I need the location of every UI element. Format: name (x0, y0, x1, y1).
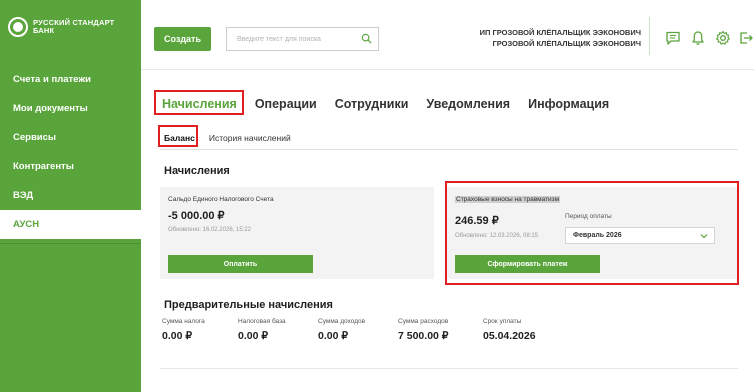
stat-value: 7 500.00 ₽ (398, 330, 449, 342)
sidebar: РУССКИЙ СТАНДАРТ БАНК Счета и платежи Мо… (0, 0, 141, 392)
highlight-injury-card (445, 181, 739, 285)
sidebar-nav: Счета и платежи Мои документы Сервисы Ко… (0, 65, 141, 239)
sidebar-item-documents[interactable]: Мои документы (0, 94, 141, 123)
stat-label: Срок уплаты (483, 318, 522, 325)
top-header: Создать ИП ГРОЗОВОЙ КЛЁПАЛЬЩИК ЭЭКОНОВИЧ… (141, 0, 754, 70)
logout-icon[interactable] (738, 30, 754, 46)
bank-logo[interactable]: РУССКИЙ СТАНДАРТ БАНК (8, 12, 114, 42)
accruals-title: Начисления (164, 165, 230, 177)
ens-amount: -5 000.00 ₽ (168, 210, 225, 222)
stat-value: 0.00 ₽ (238, 330, 269, 342)
gear-icon[interactable] (715, 30, 731, 46)
ens-balance-card: Сальдо Единого Налогового Счета -5 000.0… (160, 187, 434, 279)
stat-label: Сумма доходов (318, 318, 366, 325)
preliminary-title: Предварительные начисления (164, 299, 333, 311)
search-box (226, 27, 379, 51)
create-button[interactable]: Создать (154, 27, 211, 51)
stat-due-date: Срок уплаты 05.04.2026 (483, 318, 536, 342)
stat-value: 05.04.2026 (483, 330, 536, 342)
stat-tax-base: Налоговая база 0.00 ₽ (238, 318, 286, 342)
subtab-history[interactable]: История начислений (209, 133, 291, 143)
search-input[interactable] (237, 35, 357, 43)
stat-value: 0.00 ₽ (318, 330, 349, 342)
company-name-line2: ГРОЗОВОЙ КЛЁПАЛЬЩИК ЭЭКОНОВИЧ (492, 39, 641, 48)
section-divider (160, 368, 738, 369)
bank-logo-text: РУССКИЙ СТАНДАРТ БАНК (33, 19, 114, 35)
ens-updated: Обновлено: 16.02.2026, 15:22 (168, 227, 252, 233)
header-divider (649, 17, 650, 55)
bank-name-line2: БАНК (33, 26, 55, 35)
tabs-divider (160, 149, 738, 150)
stat-label: Сумма налога (162, 318, 205, 325)
main-content: Начисления Операции Сотрудники Уведомлен… (141, 71, 754, 392)
sidebar-item-ausn[interactable]: АУСН (0, 210, 141, 239)
sidebar-item-counterparties[interactable]: Контрагенты (0, 152, 141, 181)
highlight-tab-accruals (154, 90, 244, 115)
stat-income: Сумма доходов 0.00 ₽ (318, 318, 365, 342)
company-name-line1: ИП ГРОЗОВОЙ КЛЁПАЛЬЩИК ЭЭКОНОВИЧ (479, 28, 641, 37)
tab-employees[interactable]: Сотрудники (335, 97, 409, 111)
highlight-subtab-balance (158, 125, 198, 147)
pay-button[interactable]: Оплатить (168, 255, 313, 273)
company-name[interactable]: ИП ГРОЗОВОЙ КЛЁПАЛЬЩИК ЭЭКОНОВИЧ ГРОЗОВО… (431, 27, 641, 49)
tab-notifications[interactable]: Уведомления (426, 97, 510, 111)
stat-value: 0.00 ₽ (162, 330, 193, 342)
ens-label: Сальдо Единого Налогового Счета (168, 196, 274, 203)
stat-label: Сумма расходов (398, 318, 449, 325)
bank-logo-icon (8, 17, 28, 37)
bell-icon[interactable] (690, 30, 706, 46)
sidebar-divider (0, 243, 141, 244)
stat-label: Налоговая база (238, 318, 286, 325)
sidebar-item-services[interactable]: Сервисы (0, 123, 141, 152)
stat-tax-amount: Сумма налога 0.00 ₽ (162, 318, 205, 342)
sidebar-item-accounts[interactable]: Счета и платежи (0, 65, 141, 94)
tab-operations[interactable]: Операции (255, 97, 317, 111)
chat-icon[interactable] (665, 30, 681, 46)
tab-information[interactable]: Информация (528, 97, 609, 111)
search-icon[interactable] (361, 33, 372, 44)
stat-expenses: Сумма расходов 7 500.00 ₽ (398, 318, 448, 342)
sidebar-item-ved[interactable]: ВЭД (0, 181, 141, 210)
